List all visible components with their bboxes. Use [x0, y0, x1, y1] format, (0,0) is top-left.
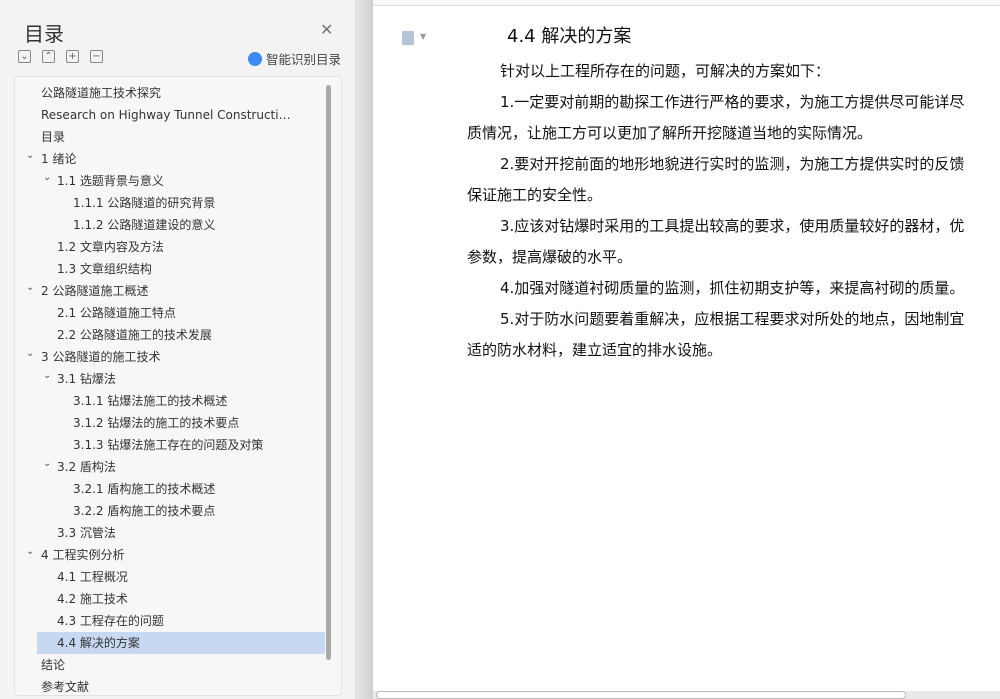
toc-item[interactable]: 1.3 文章组织结构: [15, 258, 325, 280]
toc-item[interactable]: 3.1.2 钻爆法的施工的技术要点: [15, 412, 325, 434]
caret-down-icon[interactable]: ▼: [420, 32, 426, 41]
collapse-all-icon[interactable]: ⌃: [42, 50, 55, 63]
paragraph-line: 保证施工的安全性。: [467, 186, 603, 204]
toc-item[interactable]: 2.2 公路隧道施工的技术发展: [15, 324, 325, 346]
remove-icon[interactable]: −: [90, 50, 103, 63]
toc-item-label: 1.1.1 公路隧道的研究背景: [73, 196, 216, 210]
toc-item[interactable]: 3.3 沉管法: [15, 522, 325, 544]
toc-item[interactable]: ⌄ 1 绪论: [15, 148, 325, 170]
toc-item-label: 3.1 钻爆法: [57, 372, 116, 386]
toc-scrollbar[interactable]: [326, 85, 331, 660]
toc-item-label: 4.3 工程存在的问题: [57, 614, 164, 628]
toc-item-label: 1.1 选题背景与意义: [57, 174, 164, 188]
toc-item-label: 1.1.2 公路隧道建设的意义: [73, 218, 216, 232]
toc-item[interactable]: 3.2.2 盾构施工的技术要点: [15, 500, 325, 522]
toc-item[interactable]: 1.1.2 公路隧道建设的意义: [15, 214, 325, 236]
toc-sidebar: 目录 ✕ ⌄ ⌃ + − 智能识别目录 公路隧道施工技术探究 Research o…: [0, 0, 356, 699]
toc-item[interactable]: 3.2.1 盾构施工的技术概述: [15, 478, 325, 500]
paragraph-line: 适的防水材料，建立适宜的排水设施。: [467, 341, 723, 359]
paragraph-icon[interactable]: [402, 31, 414, 45]
toc-item-label: 4.2 施工技术: [57, 592, 128, 606]
toc-item-label: 2.1 公路隧道施工特点: [57, 306, 176, 320]
paragraph-line: 2.要对开挖前面的地形地貌进行实时的监测，为施工方提供实时的反馈: [500, 155, 965, 173]
toc-item-label: 3.1.3 钻爆法施工存在的问题及对策: [73, 438, 264, 452]
toc-item[interactable]: 2.1 公路隧道施工特点: [15, 302, 325, 324]
paragraph-line: 针对以上工程所存在的问题，可解决的方案如下：: [500, 62, 831, 80]
toc-item[interactable]: 参考文献: [15, 676, 325, 695]
document-page[interactable]: ▼ 4.4 解决的方案 针对以上工程所存在的问题，可解决的方案如下： 1.一定要对…: [373, 6, 1000, 691]
paragraph-line: 质情况，让施工方可以更加了解所开挖隧道当地的实际情况。: [467, 124, 873, 142]
close-icon[interactable]: ✕: [320, 20, 333, 39]
toc-item-label: 1.3 文章组织结构: [57, 262, 152, 276]
toc-item[interactable]: 1.2 文章内容及方法: [15, 236, 325, 258]
horizontal-scrollbar[interactable]: [376, 691, 906, 699]
toc-item[interactable]: 公路隧道施工技术探究: [15, 82, 325, 104]
toc-item[interactable]: Research on Highway Tunnel Construction …: [15, 104, 325, 126]
toc-item[interactable]: ⌄ 3 公路隧道的施工技术: [15, 346, 325, 368]
toc-item-label: 3.2 盾构法: [57, 460, 116, 474]
toc-item[interactable]: 4.1 工程概况: [15, 566, 325, 588]
toc-item-label: 4.1 工程概况: [57, 570, 128, 584]
toc-item-label: 目录: [41, 130, 66, 144]
chevron-down-icon[interactable]: ⌄: [26, 280, 34, 299]
smart-toc-button[interactable]: 智能识别目录: [248, 49, 341, 68]
toc-item-label: 参考文献: [41, 680, 90, 694]
toc-item-label: 3.2.2 盾构施工的技术要点: [73, 504, 216, 518]
toc-item-label: 结论: [41, 658, 66, 672]
toc-item-label: 3 公路隧道的施工技术: [41, 350, 161, 364]
toc-item[interactable]: 1.1.1 公路隧道的研究背景: [15, 192, 325, 214]
paragraph-line: 4.加强对隧道衬砌质量的监测，抓住初期支护等，来提高衬砌的质量。: [500, 279, 965, 297]
toc-item-label: 1 绪论: [41, 152, 77, 166]
section-heading: 4.4 解决的方案: [507, 26, 632, 47]
toc-item[interactable]: 3.1.3 钻爆法施工存在的问题及对策: [15, 434, 325, 456]
toc-item-label: 2.2 公路隧道施工的技术发展: [57, 328, 212, 342]
toc-item[interactable]: 结论: [15, 654, 325, 676]
toc-item-label: 公路隧道施工技术探究: [41, 86, 162, 100]
chevron-down-icon[interactable]: ⌄: [26, 346, 34, 365]
smart-icon: [248, 51, 262, 66]
chevron-down-icon[interactable]: ⌄: [26, 544, 34, 563]
paragraph-line: 参数，提高爆破的水平。: [467, 248, 633, 266]
toc-list: 公路隧道施工技术探究 Research on Highway Tunnel Con…: [14, 76, 342, 696]
toc-item[interactable]: ⌄ 3.1 钻爆法: [15, 368, 325, 390]
chevron-down-icon[interactable]: ⌄: [43, 368, 51, 387]
toc-item[interactable]: 4.2 施工技术: [15, 588, 325, 610]
paragraph-line: 1.一定要对前期的勘探工作进行严格的要求，为施工方提供尽可能详尽: [500, 93, 965, 111]
toc-item[interactable]: 目录: [15, 126, 325, 148]
chevron-down-icon[interactable]: ⌄: [26, 148, 34, 167]
chevron-down-icon[interactable]: ⌄: [43, 170, 51, 189]
expand-all-icon[interactable]: ⌄: [18, 50, 31, 63]
toc-item-label: 4 工程实例分析: [41, 548, 125, 562]
toc-item[interactable]: ⌄ 1.1 选题背景与意义: [15, 170, 325, 192]
toc-item[interactable]: ⌄ 4 工程实例分析: [15, 544, 325, 566]
add-icon[interactable]: +: [66, 50, 79, 63]
toc-item[interactable]: 4.4 解决的方案: [37, 632, 325, 654]
toc-item-label: 3.2.1 盾构施工的技术概述: [73, 482, 216, 496]
toc-item-label: Research on Highway Tunnel Construction …: [41, 108, 295, 122]
splitter[interactable]: [356, 0, 373, 699]
toc-item-label: 3.3 沉管法: [57, 526, 116, 540]
toc-item-label: 3.1.1 钻爆法施工的技术概述: [73, 394, 228, 408]
toc-item-label: 1.2 文章内容及方法: [57, 240, 164, 254]
toc-item[interactable]: ⌄ 3.2 盾构法: [15, 456, 325, 478]
paragraph-line: 5.对于防水问题要着重解决，应根据工程要求对所处的地点，因地制宜: [500, 310, 965, 328]
paragraph-line: 3.应该对钻爆时采用的工具提出较高的要求，使用质量较好的器材，优: [500, 217, 965, 235]
toc-item-label: 3.1.2 钻爆法的施工的技术要点: [73, 416, 240, 430]
toc-item[interactable]: ⌄ 2 公路隧道施工概述: [15, 280, 325, 302]
toc-item[interactable]: 3.1.1 钻爆法施工的技术概述: [15, 390, 325, 412]
chevron-down-icon[interactable]: ⌄: [43, 456, 51, 475]
toc-item-label: 4.4 解决的方案: [57, 636, 140, 650]
toc-item-label: 2 公路隧道施工概述: [41, 284, 149, 298]
smart-toc-label: 智能识别目录: [266, 52, 342, 67]
toc-item[interactable]: 4.3 工程存在的问题: [15, 610, 325, 632]
sidebar-title: 目录: [24, 22, 64, 46]
